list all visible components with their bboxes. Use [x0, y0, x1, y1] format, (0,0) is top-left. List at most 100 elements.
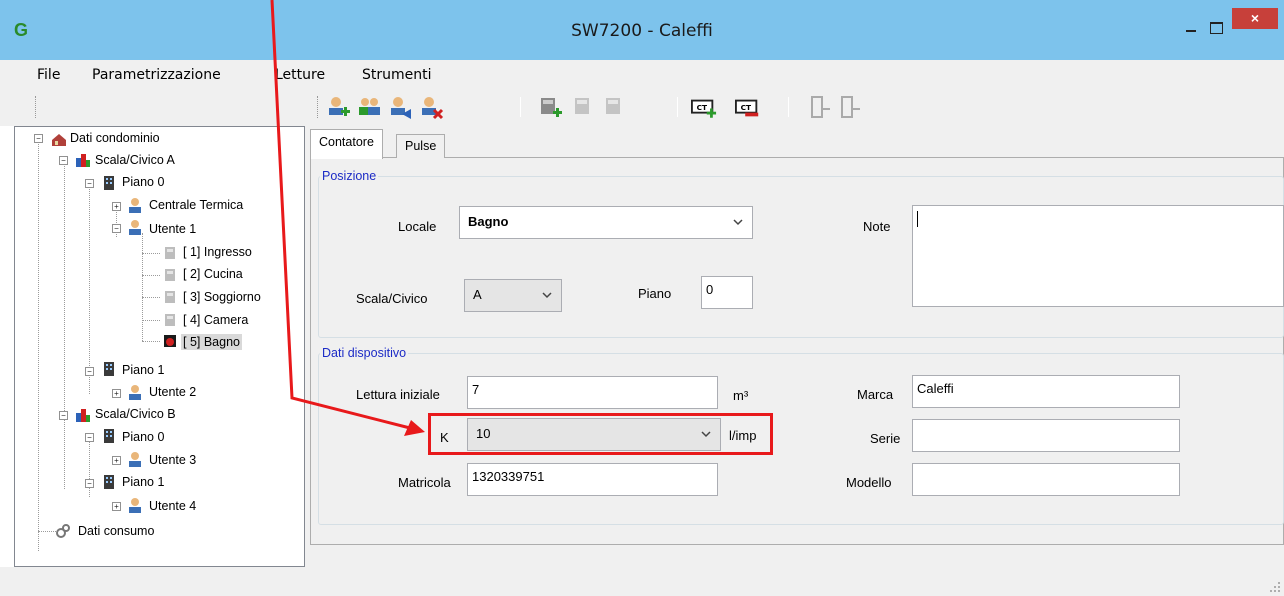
tree-collapse-toggle[interactable]: −: [59, 156, 68, 165]
minimize-button[interactable]: [1178, 18, 1204, 38]
text-cursor: [917, 211, 918, 227]
tree-item-dati-consumo[interactable]: Dati consumo: [78, 523, 154, 539]
meter-icon: [165, 269, 175, 281]
tree-expand-toggle[interactable]: +: [112, 202, 121, 211]
floor-icon: [104, 176, 114, 190]
group-posizione-title: Posizione: [320, 169, 379, 183]
tree-expand-toggle[interactable]: +: [112, 456, 121, 465]
user-edit-icon[interactable]: [388, 95, 414, 121]
toolbar-grip[interactable]: [35, 96, 38, 118]
chevron-down-icon: [542, 292, 552, 299]
tree-connector: [142, 275, 160, 276]
note-textarea[interactable]: [912, 205, 1284, 307]
tree-item-dati-condominio[interactable]: Dati condominio: [70, 130, 160, 146]
user-icon: [129, 385, 141, 400]
toolbar-separator: [520, 97, 521, 117]
group-dati-dispositivo-title: Dati dispositivo: [320, 346, 409, 360]
tree-item-piano-a0[interactable]: Piano 0: [122, 174, 164, 190]
piano-input[interactable]: 0: [701, 276, 753, 309]
floor-icon: [104, 429, 114, 443]
tree-collapse-toggle[interactable]: −: [34, 134, 43, 143]
tree-item-soggiorno[interactable]: [ 3] Soggiorno: [183, 289, 261, 305]
marca-input[interactable]: Caleffi: [912, 375, 1180, 408]
tree-collapse-toggle[interactable]: −: [85, 433, 94, 442]
door-out-icon[interactable]: [836, 95, 862, 121]
tree-item-centrale-termica[interactable]: Centrale Termica: [149, 197, 243, 213]
floor-icon: [104, 475, 114, 489]
tree-connector: [142, 297, 160, 298]
toolbar: CT CT: [0, 90, 1284, 126]
tree-item-scala-a[interactable]: Scala/Civico A: [95, 152, 175, 168]
tree-item-piano-b0[interactable]: Piano 0: [122, 429, 164, 445]
tree-collapse-toggle[interactable]: −: [85, 479, 94, 488]
modello-input[interactable]: [912, 463, 1180, 496]
user-icon: [129, 220, 141, 235]
tree-collapse-toggle[interactable]: −: [85, 367, 94, 376]
door-in-icon[interactable]: [806, 95, 832, 121]
maximize-button[interactable]: [1203, 18, 1229, 38]
matricola-value: 1320339751: [472, 469, 545, 484]
locale-value: Bagno: [468, 214, 509, 229]
matricola-input[interactable]: 1320339751: [467, 463, 718, 496]
tree-item-scala-b[interactable]: Scala/Civico B: [95, 406, 176, 422]
marca-label: Marca: [857, 387, 894, 402]
menu-file[interactable]: File: [37, 67, 60, 83]
staircase-icon: [76, 409, 90, 422]
serie-input[interactable]: [912, 419, 1180, 452]
tree-collapse-toggle[interactable]: −: [112, 224, 121, 233]
users-icon[interactable]: [357, 95, 383, 121]
add-user-icon[interactable]: [326, 95, 352, 121]
toolbar-separator: [788, 97, 789, 117]
tree-item-piano-b1[interactable]: Piano 1: [122, 474, 164, 490]
meter-icon: [165, 247, 175, 259]
tree-item-utente-2[interactable]: Utente 2: [149, 384, 196, 400]
window-title: SW7200 - Caleffi: [571, 21, 713, 41]
user-icon: [129, 498, 141, 513]
scala-select[interactable]: A: [464, 279, 562, 312]
svg-text:CT: CT: [697, 103, 708, 112]
scala-value: A: [473, 287, 482, 302]
tree-item-bagno[interactable]: [ 5] Bagno: [181, 334, 242, 350]
ct-remove-icon[interactable]: CT: [735, 95, 761, 121]
tab-pulse[interactable]: Pulse: [396, 134, 446, 158]
tree-item-cucina[interactable]: [ 2] Cucina: [183, 266, 243, 282]
lettura-unit: m³: [733, 388, 749, 403]
annotation-highlight-box: [428, 413, 773, 455]
tree-item-utente-4[interactable]: Utente 4: [149, 498, 196, 514]
tab-contatore[interactable]: Contatore: [310, 129, 383, 159]
tree-view[interactable]: − Dati condominio − Scala/Civico A − Pia…: [14, 126, 305, 567]
meter-add-icon[interactable]: [538, 95, 564, 121]
menu-letture[interactable]: Letture: [275, 67, 325, 83]
meter-edit-icon[interactable]: [572, 95, 598, 121]
menu-parametrizzazione[interactable]: Parametrizzazione: [92, 67, 221, 83]
tree-item-piano-a1[interactable]: Piano 1: [122, 362, 164, 378]
meter-remove-icon[interactable]: [603, 95, 629, 121]
tree-expand-toggle[interactable]: +: [112, 502, 121, 511]
gears-icon: [56, 524, 70, 538]
lettura-iniziale-input[interactable]: 7: [467, 376, 718, 409]
user-delete-icon[interactable]: [419, 95, 445, 121]
modello-label: Modello: [846, 475, 892, 490]
tree-item-utente-1[interactable]: Utente 1: [149, 221, 196, 237]
user-icon: [129, 452, 141, 467]
tree-expand-toggle[interactable]: +: [112, 389, 121, 398]
serie-label: Serie: [870, 431, 901, 446]
close-button[interactable]: ×: [1232, 8, 1278, 29]
note-label: Note: [863, 219, 891, 234]
tree-item-utente-3[interactable]: Utente 3: [149, 452, 196, 468]
toolbar-grip[interactable]: [317, 96, 320, 118]
chevron-down-icon: [733, 219, 743, 226]
user-icon: [129, 198, 141, 213]
tree-item-ingresso[interactable]: [ 1] Ingresso: [183, 244, 252, 260]
toolbar-separator: [677, 97, 678, 117]
menu-strumenti[interactable]: Strumenti: [362, 67, 432, 83]
tree-item-camera[interactable]: [ 4] Camera: [183, 312, 248, 328]
status-bar: [0, 567, 1284, 596]
ct-add-icon[interactable]: CT: [691, 95, 717, 121]
locale-select[interactable]: Bagno: [459, 206, 753, 239]
tree-collapse-toggle[interactable]: −: [59, 411, 68, 420]
resize-grip-icon[interactable]: [1269, 581, 1281, 593]
tree-connector: [38, 531, 56, 532]
tree-collapse-toggle[interactable]: −: [85, 179, 94, 188]
tree-connector: [142, 253, 160, 254]
